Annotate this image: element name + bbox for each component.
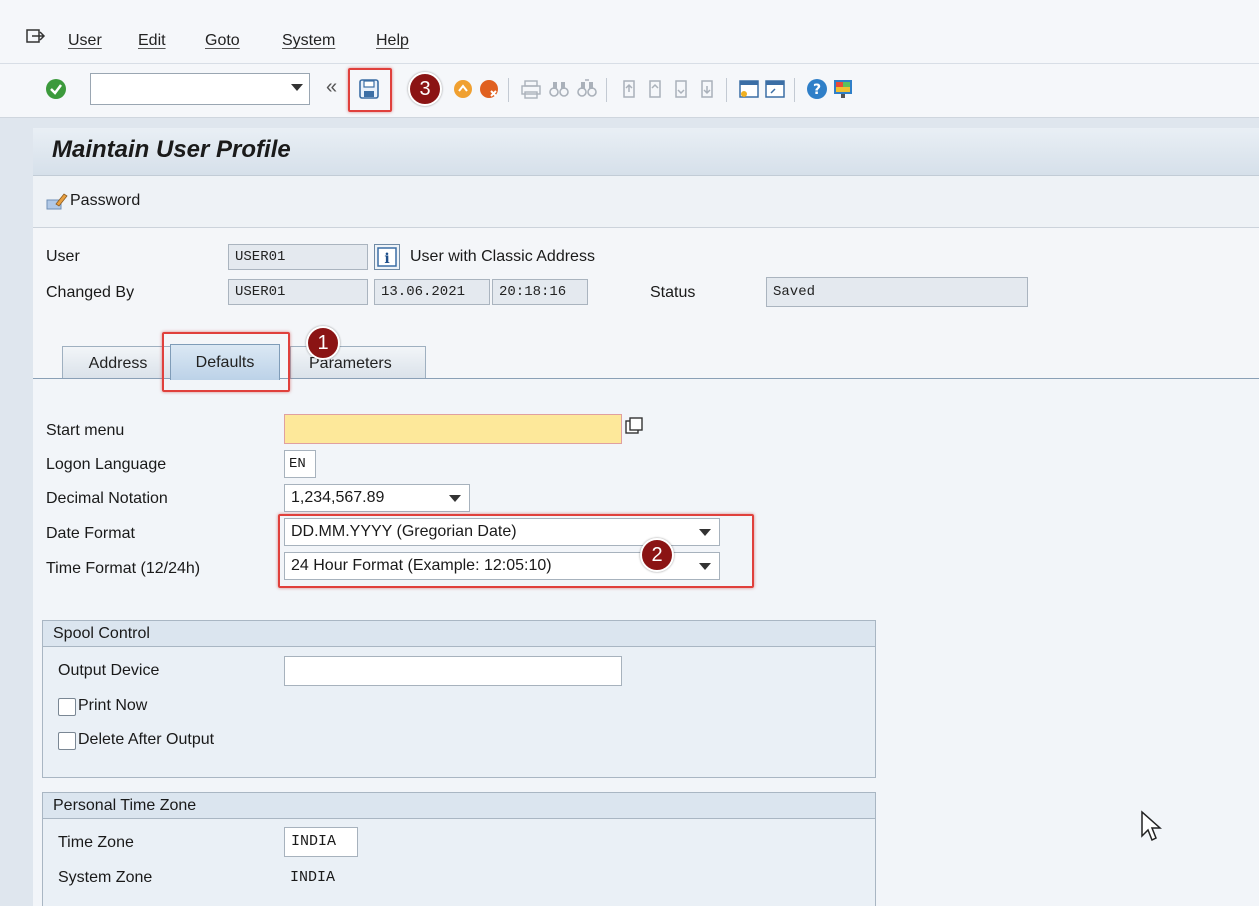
chevron-down-icon[interactable]: [449, 495, 461, 502]
step-3-badge: 3: [408, 72, 442, 106]
menu-bar: User Edit Goto System Help: [0, 0, 1259, 64]
menu-system[interactable]: System: [282, 32, 335, 50]
help-icon[interactable]: ?: [806, 78, 828, 100]
spool-control-title: Spool Control: [43, 621, 875, 647]
user-description: User with Classic Address: [410, 248, 595, 265]
password-button[interactable]: Password: [46, 190, 140, 212]
decimal-notation-select[interactable]: 1,234,567.89: [284, 484, 470, 512]
mouse-cursor-icon: [1140, 810, 1164, 846]
command-dropdown-icon[interactable]: [291, 84, 303, 91]
toolbar-separator: [606, 78, 607, 102]
delete-after-output-checkbox[interactable]: [58, 732, 76, 750]
delete-after-output-label: Delete After Output: [78, 731, 215, 748]
application-toolbar: [33, 176, 1259, 228]
tab-defaults[interactable]: Defaults: [170, 344, 280, 380]
user-field: USER01: [228, 244, 368, 270]
step-1-badge: 1: [306, 326, 340, 360]
tab-address-label: Address: [88, 354, 148, 372]
time-zone-input[interactable]: INDIA: [284, 827, 358, 857]
customize-layout-icon[interactable]: [832, 78, 854, 100]
password-button-label: Password: [70, 192, 141, 209]
time-zone-label: Time Zone: [58, 834, 134, 851]
collapse-icon[interactable]: «: [326, 76, 337, 99]
user-label: User: [46, 248, 80, 265]
enter-icon[interactable]: [45, 78, 67, 100]
menu-help[interactable]: Help: [376, 32, 409, 50]
step-2-badge: 2: [640, 538, 674, 572]
first-page-icon[interactable]: [618, 78, 640, 100]
status-field: Saved: [766, 277, 1028, 307]
find-icon[interactable]: [548, 78, 570, 100]
new-session-icon[interactable]: [738, 78, 760, 100]
toolbar-separator: [508, 78, 509, 102]
system-zone-value: INDIA: [290, 869, 336, 886]
menu-user[interactable]: User: [68, 32, 102, 50]
personal-time-zone-group: Personal Time Zone: [42, 792, 876, 906]
save-highlight-box: [348, 68, 392, 112]
changed-time-field: 20:18:16: [492, 279, 588, 305]
changed-by-label: Changed By: [46, 284, 135, 301]
menu-goto[interactable]: Goto: [205, 32, 240, 50]
exit-icon[interactable]: [452, 78, 474, 100]
command-field[interactable]: [90, 73, 310, 105]
start-menu-label: Start menu: [46, 422, 125, 439]
value-help-icon[interactable]: [624, 416, 644, 436]
edit-pencil-icon: [46, 190, 68, 212]
print-icon[interactable]: [520, 78, 542, 100]
spool-control-group: Spool Control: [42, 620, 876, 778]
decimal-notation-label: Decimal Notation: [46, 490, 168, 507]
cancel-icon[interactable]: [478, 78, 500, 100]
changed-by-field: USER01: [228, 279, 368, 305]
page-title: Maintain User Profile: [52, 136, 291, 163]
print-now-checkbox[interactable]: [58, 698, 76, 716]
toolbar-separator: [726, 78, 727, 102]
svg-text:i: i: [384, 251, 389, 267]
system-menu-icon[interactable]: [26, 28, 46, 46]
toolbar-separator: [794, 78, 795, 102]
svg-text:?: ?: [813, 82, 821, 98]
system-zone-label: System Zone: [58, 869, 153, 886]
changed-date-field: 13.06.2021: [374, 279, 490, 305]
tab-address[interactable]: Address: [62, 346, 174, 380]
logon-language-input[interactable]: EN: [284, 450, 316, 478]
menu-edit[interactable]: Edit: [138, 32, 166, 50]
personal-time-zone-title: Personal Time Zone: [43, 793, 875, 819]
find-next-icon[interactable]: [576, 78, 598, 100]
output-device-label: Output Device: [58, 662, 160, 679]
previous-page-icon[interactable]: [644, 78, 666, 100]
print-now-label: Print Now: [78, 697, 148, 714]
decimal-notation-value: 1,234,567.89: [291, 489, 385, 506]
status-label: Status: [650, 284, 696, 301]
info-icon[interactable]: i: [374, 244, 400, 270]
start-menu-input[interactable]: [284, 414, 622, 444]
date-format-label: Date Format: [46, 525, 135, 542]
shortcut-icon[interactable]: [764, 78, 786, 100]
tab-defaults-label: Defaults: [195, 353, 255, 371]
output-device-input[interactable]: [284, 656, 622, 686]
last-page-icon[interactable]: [696, 78, 718, 100]
time-format-label: Time Format (12/24h): [46, 560, 201, 577]
next-page-icon[interactable]: [670, 78, 692, 100]
format-highlight-box: [278, 514, 754, 588]
logon-language-label: Logon Language: [46, 456, 167, 473]
